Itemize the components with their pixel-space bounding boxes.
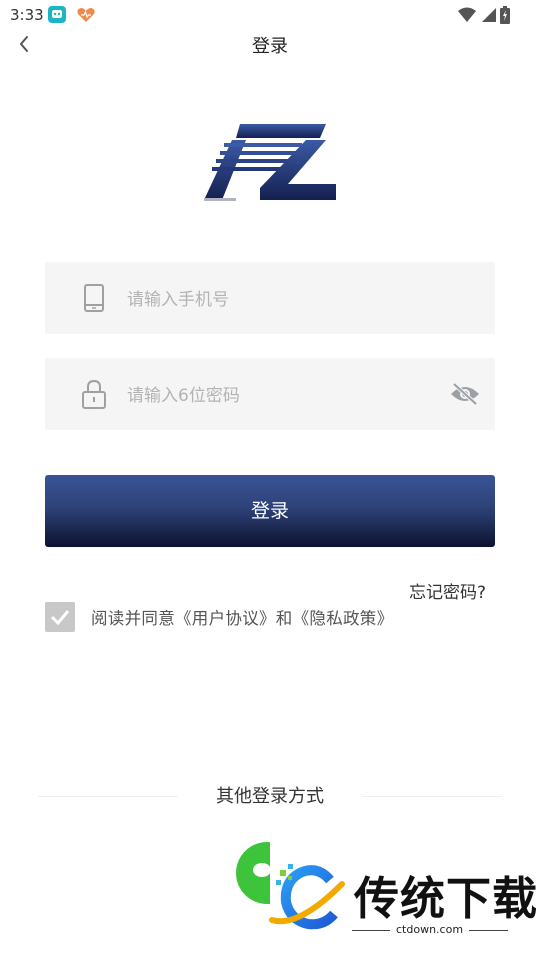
password-input[interactable]: 请输入6位密码 (127, 381, 240, 406)
battery-icon (500, 6, 510, 24)
divider-right (362, 796, 502, 797)
lock-icon (82, 379, 106, 409)
phone-input[interactable]: 请输入手机号 (127, 285, 229, 310)
agreement-checkbox[interactable] (45, 602, 75, 632)
agreement-text[interactable]: 阅读并同意《用户协议》和《隐私政策》 (91, 605, 393, 629)
status-time: 3:33 (10, 6, 44, 24)
notification-heart-icon (76, 6, 96, 24)
forgot-password-link[interactable]: 忘记密码? (409, 578, 486, 603)
phone-icon (84, 284, 104, 312)
other-login-title: 其他登录方式 (216, 786, 324, 807)
page-title: 登录 (252, 36, 288, 57)
app-logo (202, 122, 338, 202)
status-bar: 3:33 (0, 0, 540, 30)
agreement-row: 阅读并同意《用户协议》和《隐私政策》 (45, 602, 393, 632)
signal-icon (482, 8, 496, 22)
phone-field[interactable]: 请输入手机号 (45, 262, 495, 334)
password-field[interactable]: 请输入6位密码 (45, 358, 495, 430)
watermark-url: ctdown.com (390, 923, 470, 936)
notification-app-icon (48, 6, 66, 23)
eye-off-icon[interactable] (449, 380, 481, 408)
wechat-login-button[interactable] (236, 842, 298, 904)
wechat-icon (236, 842, 298, 904)
check-icon (50, 610, 70, 626)
wifi-icon (458, 7, 476, 22)
watermark-brand: 传统下载 (354, 872, 539, 925)
status-icons (458, 5, 510, 25)
login-button[interactable]: 登录 (45, 475, 495, 547)
